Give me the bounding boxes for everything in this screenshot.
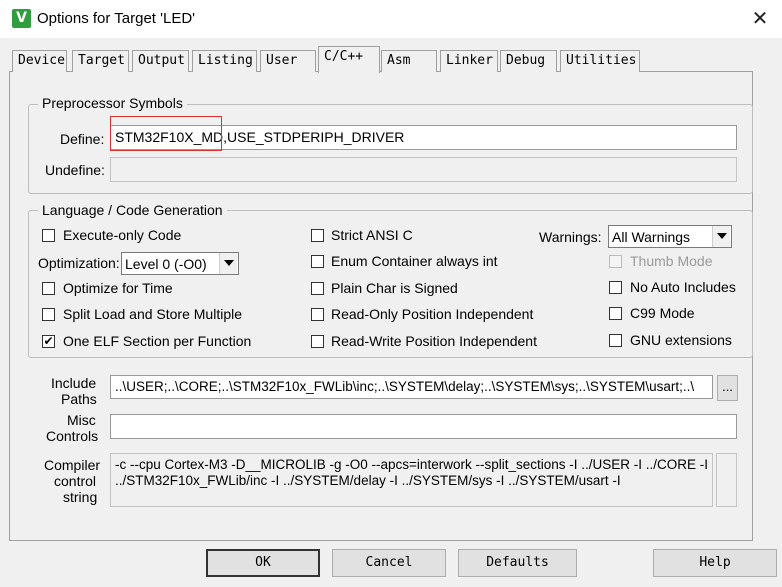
help-button[interactable]: Help [653, 549, 777, 577]
tab-device[interactable]: Device [12, 50, 67, 72]
c99-mode-checkbox[interactable] [609, 307, 622, 320]
gnu-ext-label: GNU extensions [630, 332, 732, 348]
thumb-mode-label: Thumb Mode [630, 253, 713, 269]
optimize-time-label: Optimize for Time [63, 280, 173, 296]
undefine-input[interactable] [110, 157, 737, 182]
keil-app-icon: V [12, 9, 31, 28]
tab-asm[interactable]: Asm [381, 50, 437, 72]
plain-char-checkbox[interactable] [311, 282, 324, 295]
rw-pi-label: Read-Write Position Independent [331, 333, 537, 349]
compiler-control-string[interactable]: -c --cpu Cortex-M3 -D__MICROLIB -g -O0 -… [110, 453, 713, 507]
tab-utilities[interactable]: Utilities [560, 50, 640, 72]
warnings-label: Warnings: [539, 229, 602, 245]
strict-ansi-checkbox[interactable] [311, 229, 324, 242]
no-auto-includes-checkbox[interactable] [609, 281, 622, 294]
split-load-label: Split Load and Store Multiple [63, 306, 242, 322]
tab-user[interactable]: User [260, 50, 316, 72]
no-auto-includes-label: No Auto Includes [630, 279, 736, 295]
strict-ansi-label: Strict ANSI C [331, 227, 413, 243]
cancel-button[interactable]: Cancel [332, 549, 446, 577]
thumb-mode-checkbox[interactable] [609, 255, 622, 268]
tab-target[interactable]: Target [72, 50, 129, 72]
compiler-label-line3: string [63, 489, 98, 505]
optimization-label: Optimization: [38, 255, 120, 271]
compiler-string-line2: ../STM32F10x_FWLib/inc -I ../SYSTEM/dela… [115, 473, 621, 488]
close-icon[interactable]: ✕ [744, 4, 776, 34]
rw-pi-checkbox[interactable] [311, 335, 324, 348]
undefine-label: Undefine: [45, 162, 105, 178]
execute-only-checkbox[interactable] [42, 229, 55, 242]
highlight-box [110, 116, 222, 151]
plain-char-label: Plain Char is Signed [331, 280, 458, 296]
define-label: Define: [60, 131, 105, 147]
codegen-legend: Language / Code Generation [38, 202, 227, 218]
optimize-time-checkbox[interactable] [42, 282, 55, 295]
ro-pi-checkbox[interactable] [311, 308, 324, 321]
include-browse-button[interactable]: ... [717, 375, 738, 401]
checkmark-icon: ✔ [43, 334, 54, 348]
optimization-value: Level 0 (-O0) [125, 256, 207, 272]
misc-label-line2: Controls [46, 428, 99, 444]
misc-controls-input[interactable] [110, 414, 737, 439]
one-elf-label: One ELF Section per Function [63, 333, 252, 349]
preprocessor-legend: Preprocessor Symbols [38, 95, 187, 111]
chevron-down-icon[interactable] [712, 226, 730, 247]
include-paths-input[interactable]: ..\USER;..\CORE;..\STM32F10x_FWLib\inc;.… [110, 375, 713, 399]
include-label-line1: Include [51, 375, 97, 391]
compiler-label-line1: Compiler [44, 457, 101, 473]
defaults-button[interactable]: Defaults [458, 549, 577, 577]
c99-mode-label: C99 Mode [630, 305, 695, 321]
execute-only-label: Execute-only Code [63, 227, 182, 243]
one-elf-checkbox[interactable]: ✔ [42, 335, 55, 348]
tab-linker[interactable]: Linker [440, 50, 498, 72]
tab-c-cpp[interactable]: C/C++ [318, 46, 380, 73]
chevron-down-icon[interactable] [219, 253, 237, 274]
tab-listing[interactable]: Listing [192, 50, 257, 72]
ok-button[interactable]: OK [206, 549, 320, 577]
compiler-scrollbar[interactable] [716, 453, 737, 507]
compiler-label-line2: control [54, 473, 97, 489]
compiler-string-line1: -c --cpu Cortex-M3 -D__MICROLIB -g -O0 -… [115, 457, 708, 472]
gnu-ext-checkbox[interactable] [609, 334, 622, 347]
enum-container-checkbox[interactable] [311, 255, 324, 268]
tab-debug[interactable]: Debug [500, 50, 557, 72]
ro-pi-label: Read-Only Position Independent [331, 306, 534, 322]
enum-container-label: Enum Container always int [331, 253, 498, 269]
window-title: Options for Target 'LED' [37, 10, 196, 27]
include-label-line2: Paths [61, 391, 97, 407]
split-load-checkbox[interactable] [42, 308, 55, 321]
tab-output[interactable]: Output [132, 50, 189, 72]
misc-label-line1: Misc [67, 412, 96, 428]
warnings-value: All Warnings [612, 229, 691, 245]
